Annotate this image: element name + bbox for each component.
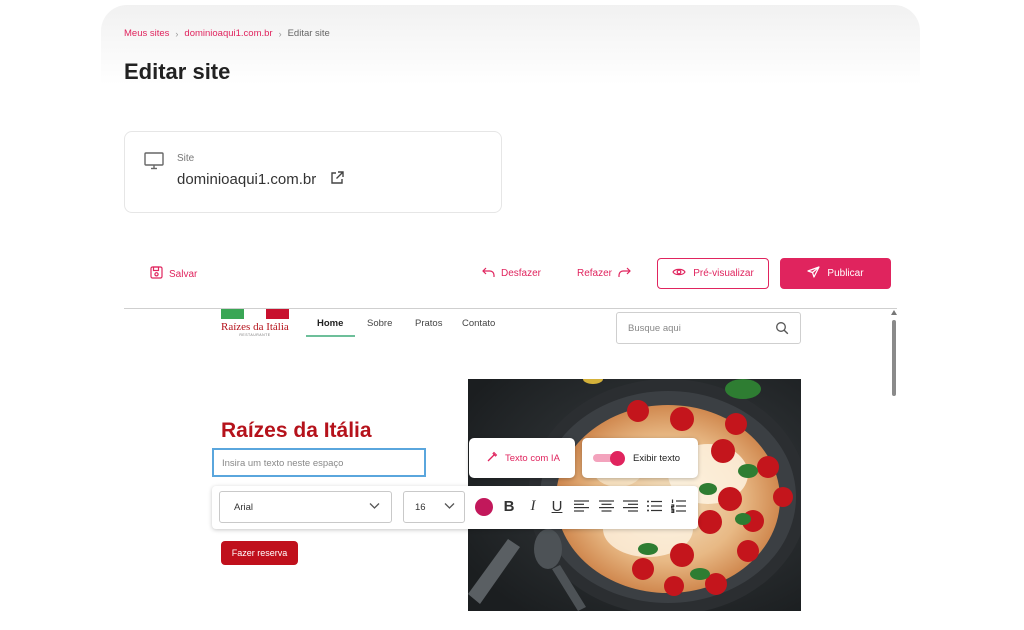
italic-icon[interactable]: I: [524, 497, 542, 515]
nav-home[interactable]: Home: [317, 318, 343, 329]
show-text-toggle[interactable]: Exibir texto: [582, 438, 698, 478]
breadcrumb-my-sites[interactable]: Meus sites: [124, 28, 169, 39]
nav-contato[interactable]: Contato: [462, 318, 495, 329]
font-size-select[interactable]: 16: [403, 491, 465, 523]
search-icon[interactable]: [775, 321, 789, 340]
logo-subtitle: RESTAURANTE: [239, 333, 271, 337]
scroll-up-arrow-icon[interactable]: [891, 310, 897, 315]
toggle-knob: [610, 451, 625, 466]
hero-title[interactable]: Raízes da Itália: [221, 419, 372, 443]
bold-icon[interactable]: B: [500, 497, 518, 515]
save-label: Salvar: [169, 268, 198, 280]
hero-text-input[interactable]: Insira um texto neste espaço: [212, 448, 426, 477]
preview-button[interactable]: Pré-visualizar: [657, 258, 769, 289]
chevron-down-icon: [369, 502, 380, 513]
show-text-label: Exibir texto: [633, 452, 680, 464]
send-icon: [807, 266, 821, 281]
bulleted-list-icon[interactable]: [645, 497, 663, 515]
site-logo[interactable]: Raízes da Itália RESTAURANTE: [221, 309, 291, 343]
breadcrumb-domain[interactable]: dominioaqui1.com.br: [184, 28, 272, 39]
site-search-input[interactable]: Busque aqui: [616, 312, 801, 344]
external-link-icon[interactable]: [330, 171, 344, 190]
font-size-value: 16: [415, 502, 426, 513]
nav-sobre[interactable]: Sobre: [367, 318, 392, 329]
logo-name: Raízes da Itália: [221, 321, 289, 333]
scrollbar-thumb[interactable]: [891, 320, 896, 396]
undo-label: Desfazer: [501, 268, 542, 279]
redo-button[interactable]: Refazer: [577, 266, 631, 281]
monitor-icon: [144, 152, 164, 175]
nav-pratos[interactable]: Pratos: [415, 318, 442, 329]
numbered-list-icon[interactable]: [669, 497, 687, 515]
breadcrumb: Meus sites › dominioaqui1.com.br › Edita…: [124, 28, 330, 39]
toggle-switch[interactable]: [593, 451, 625, 466]
page-title: Editar site: [124, 59, 231, 84]
publish-label: Publicar: [827, 268, 864, 279]
font-family-value: Arial: [234, 502, 254, 513]
align-right-icon[interactable]: [621, 497, 639, 515]
redo-icon: [618, 266, 631, 281]
site-label: Site: [177, 153, 195, 164]
canvas-scrollbar[interactable]: [891, 310, 897, 630]
text-color-swatch[interactable]: [475, 498, 493, 516]
save-button[interactable]: Salvar: [150, 266, 197, 282]
align-left-icon[interactable]: [572, 497, 590, 515]
undo-button[interactable]: Desfazer: [482, 266, 541, 281]
search-placeholder: Busque aqui: [628, 323, 681, 334]
site-card: Site dominioaqui1.com.br: [124, 131, 502, 213]
breadcrumb-separator-icon: ›: [278, 28, 282, 39]
nav-active-indicator: [306, 335, 355, 337]
undo-icon: [482, 266, 495, 281]
underline-icon[interactable]: U: [548, 497, 566, 515]
italian-flag-icon: [221, 309, 290, 319]
align-center-icon[interactable]: [597, 497, 615, 515]
eye-icon: [672, 267, 686, 280]
breadcrumb-separator-icon: ›: [175, 28, 179, 39]
magic-wand-icon: [487, 451, 498, 465]
publish-button[interactable]: Publicar: [780, 258, 891, 289]
breadcrumb-current: Editar site: [287, 28, 330, 39]
ai-text-button[interactable]: Texto com IA: [469, 438, 575, 478]
redo-label: Refazer: [577, 268, 613, 279]
font-family-select[interactable]: Arial: [219, 491, 392, 523]
reserve-button[interactable]: Fazer reserva: [221, 541, 298, 565]
ai-text-label: Texto com IA: [505, 452, 560, 464]
preview-label: Pré-visualizar: [693, 268, 754, 279]
floppy-disk-icon: [150, 266, 163, 282]
chevron-down-icon: [444, 502, 455, 513]
site-domain: dominioaqui1.com.br: [177, 171, 317, 188]
